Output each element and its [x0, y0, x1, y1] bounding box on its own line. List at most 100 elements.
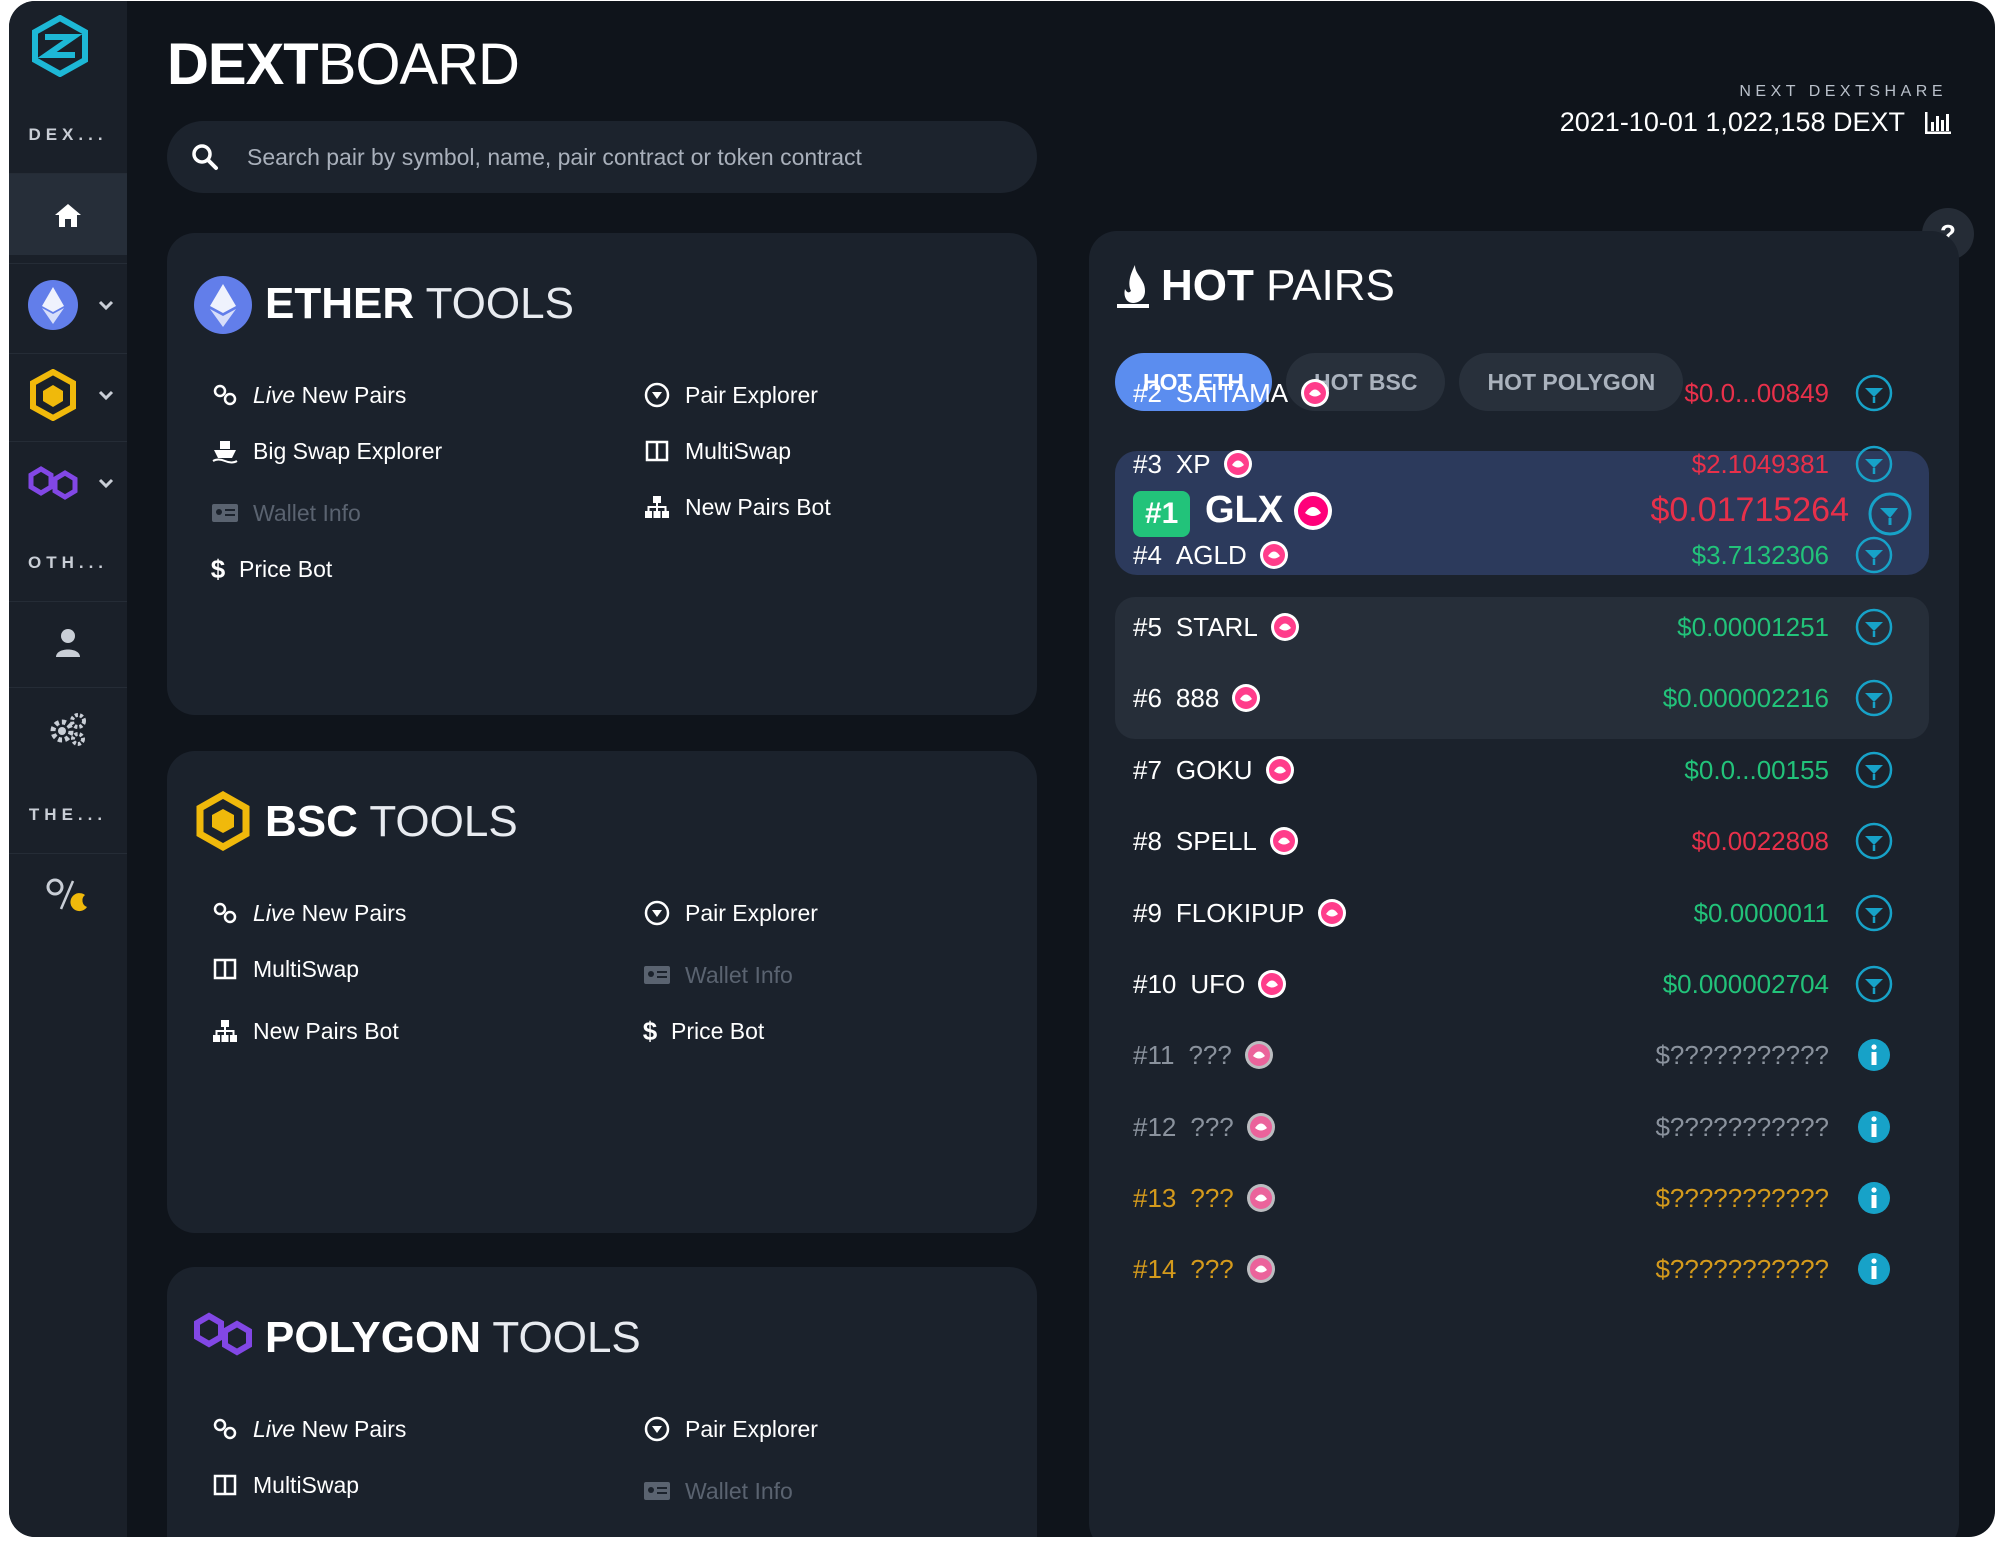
- ether-tools-card: ETHER TOOLS Live New Pairs Pair Explorer…: [167, 233, 1037, 715]
- sidebar-item-polygon[interactable]: [9, 441, 127, 523]
- bsc-multiswap-link[interactable]: MultiSwap: [211, 955, 359, 983]
- bsc-tools-title: BSC TOOLS: [265, 797, 518, 846]
- dextools-logo-icon[interactable]: [29, 15, 91, 77]
- polygon-wallet-info-link[interactable]: Wallet Info: [643, 1477, 793, 1505]
- hot-pair-rank: #6: [1133, 682, 1162, 713]
- bsc-live-new-pairs-link[interactable]: Live New Pairs: [211, 899, 406, 927]
- ether-wallet-info-link[interactable]: Wallet Info: [211, 499, 361, 527]
- uniswap-icon: [1232, 684, 1261, 712]
- telescope-icon[interactable]: [1853, 677, 1895, 719]
- info-icon[interactable]: [1853, 1177, 1895, 1219]
- next-dextshare-value[interactable]: 2021-10-01 1,022,158 DEXT: [1560, 107, 1953, 138]
- ether-live-new-pairs-link[interactable]: Live New Pairs: [211, 381, 406, 409]
- polygon-wallet-info-label: Wallet Info: [685, 1477, 793, 1504]
- sidebar-item-settings[interactable]: [9, 687, 127, 769]
- polygon-tools-title: POLYGON TOOLS: [265, 1313, 641, 1362]
- chevron-down-icon: [98, 478, 114, 489]
- link-icon: [211, 1415, 239, 1443]
- sidebar-item-home[interactable]: [9, 173, 127, 255]
- hot-pair-symbol: ???: [1190, 1253, 1234, 1284]
- hot-pair-price: $0.0...00849: [1684, 377, 1829, 408]
- bsc-new-pairs-bot-label: New Pairs Bot: [253, 1017, 399, 1044]
- ether-price-bot-link[interactable]: $ Price Bot: [211, 554, 333, 584]
- hot-pair-row[interactable]: #14??? $???????????: [1133, 1244, 1913, 1294]
- telescope-icon[interactable]: [1853, 963, 1895, 1005]
- polygon-multiswap-link[interactable]: MultiSwap: [211, 1471, 359, 1499]
- hot-pair-rank: #8: [1133, 825, 1162, 856]
- app-window: DEX... OTH... THE... DEXTBOARD Search pa…: [9, 1, 1995, 1537]
- ship-icon: [211, 437, 239, 465]
- hot-pair-symbol: ???: [1188, 1039, 1232, 1070]
- ether-wallet-info-label: Wallet Info: [253, 499, 361, 526]
- hot-pair-price: $3.7132306: [1691, 539, 1829, 570]
- hot-pair-rank: #13: [1133, 1182, 1177, 1213]
- hot-pair-row[interactable]: #3 XP $2.1049381: [1133, 439, 1913, 489]
- hot-pair-row[interactable]: #8 SPELL $0.0022808: [1133, 816, 1913, 866]
- hot-pair-price: $0.000002704: [1662, 968, 1829, 999]
- telescope-icon[interactable]: [1853, 892, 1895, 934]
- hot-pair-row[interactable]: #11??? $???????????: [1133, 1030, 1913, 1080]
- hot-pair-symbol: STARL: [1175, 611, 1258, 642]
- hot-pair-symbol: ???: [1190, 1111, 1234, 1142]
- hot-pair-symbol: AGLD: [1175, 539, 1247, 570]
- telescope-icon[interactable]: [1853, 820, 1895, 862]
- hot-pair-row[interactable]: #10 UFO $0.000002704: [1133, 959, 1913, 1009]
- hot-pair-row[interactable]: #2 SAITAMA $0.0...00849: [1133, 368, 1913, 418]
- sidebar-item-account[interactable]: [9, 601, 127, 683]
- ether-multiswap-label: MultiSwap: [685, 437, 792, 464]
- brand-title: DEXTBOARD: [167, 32, 520, 97]
- ethereum-icon: [194, 276, 252, 334]
- telescope-icon[interactable]: [1853, 606, 1895, 648]
- ether-multiswap-link[interactable]: MultiSwap: [643, 437, 791, 465]
- hot-pair-row[interactable]: #6 888 $0.000002216: [1133, 673, 1913, 723]
- bsc-price-bot-link[interactable]: $ Price Bot: [643, 1016, 765, 1046]
- hot-pair-row[interactable]: #5 STARL $0.00001251: [1133, 602, 1913, 652]
- hot-pair-row[interactable]: #4 AGLD $3.7132306: [1133, 530, 1913, 580]
- hot-pair-row[interactable]: #12??? $???????????: [1133, 1102, 1913, 1152]
- hot-pair-price: $???????????: [1655, 1253, 1829, 1284]
- search-icon: [192, 144, 218, 170]
- hot-pair-row[interactable]: #7 GOKU $0.0...00155: [1133, 745, 1913, 795]
- hot-pair-price: $???????????: [1655, 1182, 1829, 1213]
- ether-price-bot-label: Price Bot: [239, 555, 333, 582]
- hot-pair-row[interactable]: #13??? $???????????: [1133, 1173, 1913, 1223]
- bsc-wallet-info-link[interactable]: Wallet Info: [643, 961, 793, 989]
- ether-new-pairs-bot-link[interactable]: New Pairs Bot: [643, 493, 831, 521]
- ether-big-swap-explorer-link[interactable]: Big Swap Explorer: [211, 437, 442, 465]
- telescope-icon[interactable]: [1853, 534, 1895, 576]
- hot-pair-row[interactable]: #9 FLOKIPUP $0.0000011: [1133, 888, 1913, 938]
- telescope-icon[interactable]: [1853, 372, 1895, 414]
- bsc-new-pairs-bot-link[interactable]: New Pairs Bot: [211, 1017, 399, 1045]
- sidebar-item-ether[interactable]: [9, 263, 127, 345]
- polygon-pair-explorer-label: Pair Explorer: [685, 1415, 818, 1442]
- chevron-down-icon: [98, 390, 114, 401]
- ethereum-icon: [28, 279, 78, 330]
- info-icon[interactable]: [1853, 1034, 1895, 1076]
- hot-pair-rank: #4: [1133, 539, 1162, 570]
- bsc-multiswap-label: MultiSwap: [253, 955, 360, 982]
- bsc-pair-explorer-link[interactable]: Pair Explorer: [643, 899, 818, 927]
- hot-pairs-title: HOT PAIRS: [1161, 261, 1395, 310]
- info-icon[interactable]: [1853, 1106, 1895, 1148]
- hot-pair-price: $0.00001251: [1677, 611, 1829, 642]
- telescope-icon[interactable]: [1853, 749, 1895, 791]
- ether-pair-explorer-link[interactable]: Pair Explorer: [643, 381, 818, 409]
- bar-chart-icon[interactable]: [1923, 110, 1953, 136]
- polygon-live-new-pairs-link[interactable]: Live New Pairs: [211, 1415, 406, 1443]
- polygon-pair-explorer-link[interactable]: Pair Explorer: [643, 1415, 818, 1443]
- telescope-icon[interactable]: [1853, 443, 1895, 485]
- sidebar-item-bsc[interactable]: [9, 353, 127, 435]
- hot-pair-symbol: 888: [1175, 682, 1220, 713]
- bsc-icon: [196, 791, 250, 851]
- info-icon[interactable]: [1853, 1248, 1895, 1290]
- search-input[interactable]: [247, 143, 1007, 171]
- hot-pair-price: $???????????: [1655, 1111, 1829, 1142]
- hot-pair-price: $???????????: [1655, 1039, 1829, 1070]
- theme-toggle-icon: [46, 878, 87, 911]
- bsc-tools-card: BSC TOOLS Live New Pairs Pair Explorer M…: [167, 751, 1037, 1233]
- home-icon: [55, 203, 81, 227]
- sidebar-item-theme-toggle[interactable]: [9, 853, 127, 935]
- search-bar[interactable]: [167, 121, 1037, 193]
- bsc-icon: [30, 368, 76, 421]
- hot-pair-symbol: ???: [1190, 1182, 1234, 1213]
